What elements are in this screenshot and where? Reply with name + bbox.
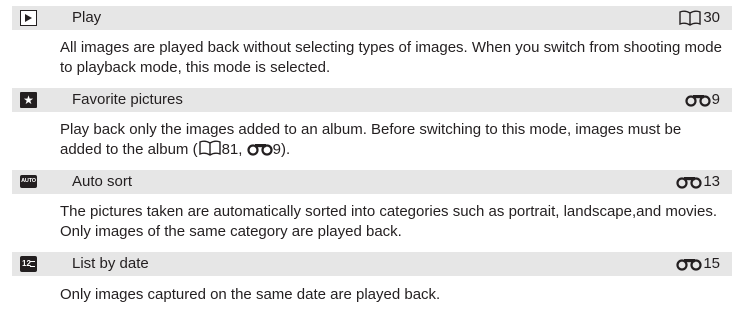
page-number: 15 xyxy=(703,255,720,272)
link-reference-icon xyxy=(676,257,702,271)
link-reference-icon xyxy=(676,175,702,189)
mode-row-list-by-date: List by date 15 xyxy=(12,252,732,276)
description-text: Play back only the images added to an al… xyxy=(60,121,682,158)
mode-title: Play xyxy=(72,9,102,26)
favorite-star-icon xyxy=(20,92,37,108)
page-reference: 30 xyxy=(678,6,720,30)
page-reference: 15 xyxy=(676,252,720,276)
mode-title: Auto sort xyxy=(72,173,133,190)
play-icon xyxy=(20,10,37,26)
list-by-date-icon xyxy=(20,256,37,272)
page-reference: 9 xyxy=(685,88,720,112)
mode-description: Play back only the images added to an al… xyxy=(60,120,724,160)
auto-sort-icon xyxy=(20,175,37,188)
mode-row-favorite-pictures: Favorite pictures 9 xyxy=(12,88,732,112)
page-number: 9 xyxy=(711,91,720,108)
mode-title: Favorite pictures xyxy=(72,91,183,108)
description-text: ). xyxy=(280,141,291,158)
playback-mode-list: Play 30 All images are played back witho… xyxy=(0,0,744,318)
mode-description: Only images captured on the same date ar… xyxy=(60,286,441,303)
mode-title: List by date xyxy=(72,255,149,272)
page-number: 9 xyxy=(272,141,281,158)
mode-description: The pictures taken are automatically sor… xyxy=(60,203,718,240)
page-number: 30 xyxy=(703,9,720,26)
page-number: 13 xyxy=(703,173,720,190)
mode-description: All images are played back without selec… xyxy=(60,39,722,76)
link-reference-icon xyxy=(685,93,711,107)
mode-row-play: Play 30 xyxy=(12,6,732,30)
link-reference-icon xyxy=(247,142,273,156)
page-reference: 13 xyxy=(676,170,720,194)
mode-row-auto-sort: Auto sort 13 xyxy=(12,170,732,194)
book-icon xyxy=(198,140,222,156)
page-number: 81, xyxy=(221,141,247,158)
book-icon xyxy=(678,10,702,26)
